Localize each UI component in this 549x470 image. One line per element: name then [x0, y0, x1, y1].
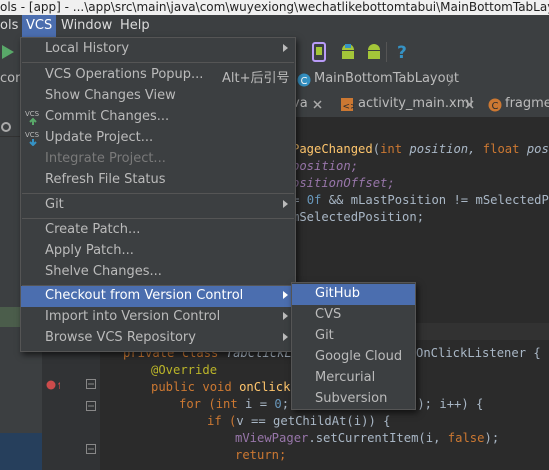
toolbar-divider: [386, 42, 387, 62]
submenu-item-subversion[interactable]: Subversion: [292, 389, 415, 410]
menu-item-shelve-changes[interactable]: Shelve Changes...: [21, 262, 295, 283]
fold-icon[interactable]: [86, 444, 96, 454]
code-line: public void onClick(: [151, 380, 298, 394]
code-line: if (v == getChildAt(i)) {: [207, 414, 391, 428]
java-file-icon: C: [488, 98, 502, 112]
svg-text:↑: ↑: [56, 382, 60, 391]
code-line: mSelectedPosition;: [292, 210, 425, 224]
menu-item-checkout-from-vcs[interactable]: Checkout from Version Control: [21, 286, 295, 307]
menu-item-git[interactable]: Git: [21, 195, 295, 216]
menu-help[interactable]: Help: [120, 18, 150, 33]
code-line: @Override: [151, 363, 218, 377]
menu-separator: [22, 218, 294, 219]
vcs-commit-icon: VCS: [25, 110, 40, 125]
menu-item-commit-changes[interactable]: VCS Commit Changes...: [21, 107, 295, 128]
gear-icon[interactable]: [0, 121, 12, 133]
svg-text:C: C: [492, 101, 499, 112]
submenu-arrow-icon: [283, 333, 288, 341]
menu-bar: ols VCS Window Help: [0, 15, 549, 37]
menu-vcs[interactable]: VCS: [22, 15, 56, 37]
breadcrumb-chevron-icon: [448, 74, 454, 86]
fold-icon[interactable]: [86, 401, 96, 411]
submenu-arrow-icon: [283, 312, 288, 320]
menu-tools[interactable]: ols: [0, 18, 18, 33]
avd-manager-icon[interactable]: [312, 42, 326, 62]
window-title: ols - [app] - ...\app\src\main\java\com\…: [0, 0, 549, 15]
android-monitor-icon[interactable]: [366, 43, 382, 61]
svg-text:<>: <>: [343, 102, 355, 112]
submenu-arrow-icon: [283, 44, 288, 52]
tab-close-icon[interactable]: [465, 100, 474, 109]
code-line: return;: [235, 448, 287, 462]
menu-item-update-project[interactable]: VCS Update Project...: [21, 128, 295, 149]
xml-file-icon: <>: [341, 98, 355, 112]
menu-item-browse-vcs-repository[interactable]: Browse VCS Repository: [21, 328, 295, 349]
code-line: for (int i = 0; (); i++) {: [179, 397, 484, 411]
sdk-manager-icon[interactable]: [340, 43, 356, 61]
menu-item-vcs-operations-popup[interactable]: VCS Operations Popup... Alt+后引号: [21, 65, 295, 86]
submenu-arrow-icon: [283, 291, 288, 299]
code-line: position;: [292, 159, 359, 173]
submenu-arrow-icon: [283, 200, 288, 208]
submenu-item-google-cloud[interactable]: Google Cloud: [292, 347, 415, 368]
menu-window[interactable]: Window: [61, 18, 112, 33]
vcs-menu: Local History VCS Operations Popup... Alt…: [20, 37, 296, 352]
svg-text:VCS: VCS: [25, 131, 40, 139]
svg-text:?: ?: [397, 43, 407, 61]
code-line: PageChanged(int position, float posit: [292, 142, 549, 156]
menu-item-local-history[interactable]: Local History: [21, 39, 295, 60]
override-marker-icon[interactable]: ↑: [46, 379, 60, 391]
code-line: mViewPager.setCurrentItem(i, false);: [235, 431, 500, 445]
menu-item-show-changes-view[interactable]: Show Changes View: [21, 86, 295, 107]
menu-item-integrate-project: Integrate Project...: [45, 151, 166, 166]
submenu-item-github[interactable]: GitHub: [292, 284, 415, 305]
checkout-submenu: GitHub CVS Git Google Cloud Mercurial Su…: [291, 282, 416, 410]
menu-separator: [22, 62, 294, 63]
submenu-item-cvs[interactable]: CVS: [292, 305, 415, 326]
svg-text:VCS: VCS: [25, 110, 40, 118]
svg-text:C: C: [301, 76, 308, 87]
help-icon[interactable]: ?: [396, 43, 408, 61]
fold-icon[interactable]: [86, 379, 96, 389]
selected-tree-row[interactable]: [0, 433, 42, 470]
tab-close-icon[interactable]: [313, 100, 322, 109]
run-icon[interactable]: [2, 45, 14, 59]
tab-fragment[interactable]: fragmen: [505, 96, 549, 111]
code-line: ositionOffset;: [292, 176, 395, 190]
menu-item-create-patch[interactable]: Create Patch...: [21, 220, 295, 241]
menu-item-refresh-file-status[interactable]: Refresh File Status: [21, 170, 295, 191]
class-icon: C: [297, 73, 311, 87]
menu-item-import-into-vcs[interactable]: Import into Version Control: [21, 307, 295, 328]
submenu-item-mercurial[interactable]: Mercurial: [292, 368, 415, 389]
vcs-update-icon: VCS: [25, 131, 40, 146]
breadcrumb[interactable]: MainBottomTabLayout: [314, 71, 459, 86]
tab-activity-main[interactable]: activity_main.xml: [358, 96, 473, 111]
code-line: = 0f && mLastPosition != mSelectedPos: [292, 193, 549, 207]
menu-vcs-label: VCS: [26, 18, 53, 33]
menu-separator: [22, 193, 294, 194]
menu-item-apply-patch[interactable]: Apply Patch...: [21, 241, 295, 262]
submenu-item-git[interactable]: Git: [292, 326, 415, 347]
